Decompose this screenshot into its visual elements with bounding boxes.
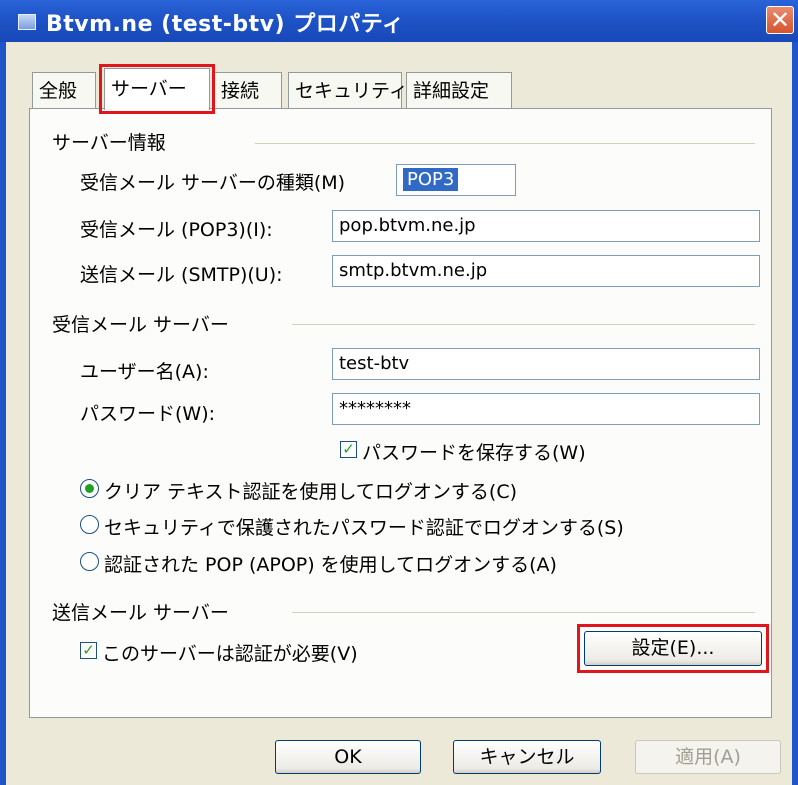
tab-security[interactable]: セキュリティ bbox=[288, 72, 408, 108]
group-label-incoming-server: 受信メール サーバー bbox=[52, 314, 229, 336]
settings-highlight-box bbox=[577, 624, 769, 673]
tab-advanced[interactable]: 詳細設定 bbox=[406, 72, 512, 108]
window-title: Btvm.ne (test-btv) プロパティ bbox=[46, 12, 405, 37]
tab-general[interactable]: 全般 bbox=[32, 72, 96, 108]
server-type-field: POP3 bbox=[396, 164, 516, 196]
window-icon bbox=[18, 14, 36, 30]
outgoing-server-input[interactable]: smtp.btvm.ne.jp bbox=[332, 255, 760, 287]
tab-highlight-box bbox=[99, 64, 215, 114]
auth-required-checkbox[interactable]: ✓ bbox=[80, 642, 97, 659]
incoming-server-input[interactable]: pop.btvm.ne.jp bbox=[332, 210, 760, 242]
auth-radio-apop[interactable] bbox=[80, 552, 99, 571]
server-type-value: POP3 bbox=[403, 168, 459, 191]
apply-button[interactable]: 適用(A) bbox=[635, 740, 781, 774]
group-label-server-info: サーバー情報 bbox=[52, 132, 166, 154]
group-divider bbox=[292, 324, 755, 325]
server-type-label: 受信メール サーバーの種類(M) bbox=[80, 172, 346, 194]
group-divider bbox=[292, 612, 755, 613]
auth-required-label: このサーバーは認証が必要(V) bbox=[102, 643, 358, 665]
group-divider bbox=[255, 143, 755, 144]
auth-option-label: 認証された POP (APOP) を使用してログオンする(A) bbox=[104, 554, 557, 576]
ok-button[interactable]: OK bbox=[275, 740, 421, 774]
username-input[interactable]: test-btv bbox=[332, 348, 760, 380]
remember-password-label: パスワードを保存する(W) bbox=[362, 442, 586, 464]
close-button[interactable]: ✕ bbox=[766, 6, 794, 34]
auth-radio-spa[interactable] bbox=[80, 515, 99, 534]
tab-connection[interactable]: 接続 bbox=[214, 72, 282, 108]
remember-password-checkbox[interactable]: ✓ bbox=[340, 441, 357, 458]
username-label: ユーザー名(A): bbox=[80, 361, 209, 383]
title-bar: Btvm.ne (test-btv) プロパティ ✕ bbox=[0, 0, 798, 42]
password-input[interactable]: ******** bbox=[332, 393, 760, 425]
cancel-button[interactable]: キャンセル bbox=[453, 740, 601, 774]
auth-option-label: セキュリティで保護されたパスワード認証でログオンする(S) bbox=[104, 517, 624, 539]
group-label-outgoing-server: 送信メール サーバー bbox=[52, 602, 229, 624]
auth-option-label: クリア テキスト認証を使用してログオンする(C) bbox=[104, 481, 517, 503]
close-icon: ✕ bbox=[769, 6, 791, 34]
auth-radio-cleartext[interactable] bbox=[80, 479, 99, 498]
incoming-server-label: 受信メール (POP3)(I): bbox=[80, 219, 273, 241]
password-label: パスワード(W): bbox=[80, 403, 216, 425]
outgoing-server-label: 送信メール (SMTP)(U): bbox=[80, 264, 283, 286]
